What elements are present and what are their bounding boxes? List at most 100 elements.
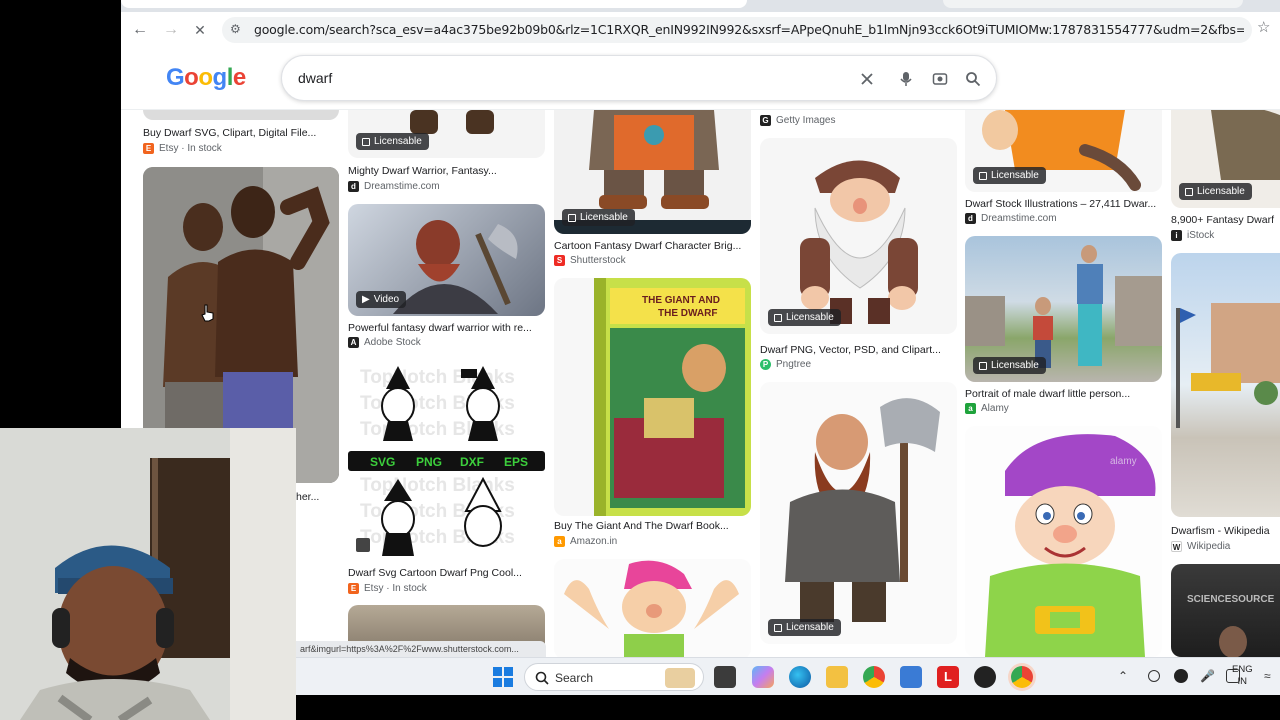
search-query[interactable]: dwarf (298, 70, 332, 86)
result-thumbnail[interactable]: SCIENCESOURCE (1171, 564, 1280, 657)
result-title[interactable]: Dwarf Svg Cartoon Dwarf Png Cool... (348, 567, 545, 579)
address-url[interactable]: google.com/search?sca_esv=a4ac375be92b09… (254, 22, 1244, 37)
media-app-icon[interactable] (974, 666, 996, 688)
result-title[interactable]: Buy The Giant And The Dwarf Book... (554, 520, 751, 532)
image-result-card[interactable]: Licensable (760, 382, 957, 644)
back-icon[interactable]: ← (128, 18, 152, 42)
copilot-icon[interactable] (752, 666, 774, 688)
chrome-active-icon[interactable] (1011, 666, 1033, 688)
result-title[interactable]: 8,900+ Fantasy Dwarf (1171, 214, 1280, 226)
windows-start-icon[interactable] (492, 666, 514, 688)
image-result-card[interactable]: Licensable 8,900+ Fantasy Dwarf i iStock (1171, 110, 1280, 244)
image-result-card[interactable]: Licensable Portrait of male dwarf little… (965, 236, 1162, 416)
result-thumbnail[interactable]: ▶ Video (348, 204, 545, 316)
tray-network-icon[interactable] (1148, 670, 1160, 682)
l-app-icon[interactable]: L (937, 666, 959, 688)
dreamstime-favicon-icon: d (348, 181, 359, 192)
result-thumbnail[interactable]: Licensable (965, 236, 1162, 382)
result-thumbnail[interactable]: TopNotch Blanks TopNotch Blanks TopNotch… (348, 361, 545, 559)
result-title[interactable]: Dwarf Stock Illustrations – 27,411 Dwar.… (965, 198, 1162, 210)
licensable-badge: Licensable (973, 167, 1046, 184)
taskbar-search-box[interactable]: Search (524, 663, 704, 691)
result-title[interactable]: Buy Dwarf SVG, Clipart, Digital File... (143, 127, 339, 139)
search-highlight-icon (665, 668, 695, 688)
app-icon[interactable] (900, 666, 922, 688)
edge-icon[interactable] (789, 666, 811, 688)
active-tab[interactable] (121, 0, 747, 8)
image-result-card[interactable]: G Getty Images (760, 110, 957, 130)
google-logo[interactable]: Google (166, 64, 246, 92)
image-result-card[interactable]: Buy Dwarf SVG, Clipart, Digital File... … (143, 110, 339, 160)
result-title[interactable]: Cartoon Fantasy Dwarf Character Brig... (554, 240, 751, 252)
tray-microphone-icon[interactable]: 🎤 (1200, 669, 1215, 683)
google-header: Google dwarf (121, 48, 1280, 110)
hand-cursor-icon (201, 304, 214, 322)
image-result-card[interactable]: ▶ Video Powerful fantasy dwarf warrior w… (348, 204, 545, 354)
task-view-icon[interactable] (714, 666, 736, 688)
microphone-icon[interactable] (896, 69, 916, 89)
result-source[interactable]: E Etsy · In stock (143, 143, 222, 154)
result-thumbnail[interactable] (1171, 253, 1280, 517)
chrome-icon[interactable] (863, 666, 885, 688)
stop-loading-icon[interactable]: ✕ (188, 18, 212, 42)
result-title[interactable]: Powerful fantasy dwarf warrior with re..… (348, 322, 545, 334)
search-box[interactable]: dwarf (281, 55, 997, 101)
result-source[interactable]: P Pngtree (760, 359, 811, 370)
result-source[interactable]: W Wikipedia (1171, 541, 1230, 552)
result-thumbnail[interactable]: alamy (965, 426, 1162, 657)
result-thumbnail[interactable]: Licensable (1171, 110, 1280, 208)
inactive-tab[interactable] (943, 0, 1243, 8)
tray-chevron-icon[interactable]: ⌃ (1118, 669, 1128, 683)
image-result-card[interactable]: Licensable Dwarf Stock Illustrations – 2… (965, 110, 1162, 224)
result-title[interactable]: Dwarfism - Wikipedia (1171, 525, 1280, 537)
image-result-card[interactable] (554, 559, 751, 657)
lens-camera-icon[interactable] (930, 69, 950, 89)
search-icon[interactable] (963, 69, 983, 89)
taskbar-search-label: Search (555, 671, 594, 685)
result-source[interactable]: E Etsy · In stock (348, 583, 427, 594)
result-thumbnail[interactable] (554, 559, 751, 657)
clear-icon[interactable] (857, 69, 877, 89)
image-result-card[interactable]: Licensable Cartoon Fantasy Dwarf Charact… (554, 110, 751, 270)
result-thumbnail[interactable]: Licensable (760, 382, 957, 644)
result-source[interactable]: a Amazon.in (554, 536, 617, 547)
image-result-card[interactable]: Licensable Mighty Dwarf Warrior, Fantasy… (348, 110, 545, 196)
result-thumbnail[interactable]: Licensable (554, 110, 751, 234)
image-result-card[interactable]: TopNotch Blanks TopNotch Blanks TopNotch… (348, 361, 545, 597)
adobe-favicon-icon: A (348, 337, 359, 348)
result-source[interactable]: i iStock (1171, 230, 1214, 241)
taskbar-search-icon (535, 671, 549, 685)
licensable-badge: Licensable (356, 133, 429, 150)
language-indicator[interactable]: ENG IN (1232, 664, 1253, 688)
result-thumbnail[interactable] (143, 110, 339, 120)
result-source[interactable]: G Getty Images (760, 115, 835, 126)
result-source[interactable]: S Shutterstock (554, 255, 626, 266)
result-source[interactable]: a Alamy (965, 403, 1009, 414)
result-thumbnail[interactable]: Licensable (348, 110, 545, 158)
result-title[interactable]: Portrait of male dwarf little person... (965, 388, 1162, 400)
file-explorer-icon[interactable] (826, 666, 848, 688)
result-title-partial[interactable]: her... (296, 491, 326, 503)
forward-icon[interactable]: → (159, 18, 183, 42)
tray-m-icon[interactable] (1174, 669, 1188, 683)
result-title[interactable]: Dwarf PNG, Vector, PSD, and Clipart... (760, 344, 957, 356)
image-result-card[interactable]: Licensable Dwarf PNG, Vector, PSD, and C… (760, 138, 957, 374)
licensable-badge: Licensable (562, 209, 635, 226)
result-thumbnail[interactable]: Licensable (760, 138, 957, 334)
result-thumbnail[interactable]: THE GIANT AND THE DWARF (554, 278, 751, 516)
result-title[interactable]: Mighty Dwarf Warrior, Fantasy... (348, 165, 545, 177)
site-settings-icon[interactable]: ⚙ (230, 22, 246, 38)
image-result-card[interactable]: THE GIANT AND THE DWARF Buy The Giant An… (554, 278, 751, 550)
result-source[interactable]: d Dreamstime.com (348, 181, 440, 192)
pngtree-favicon-icon: P (760, 359, 771, 370)
result-thumbnail[interactable]: Licensable (965, 110, 1162, 192)
result-source[interactable]: A Adobe Stock (348, 337, 421, 348)
image-result-card[interactable]: Dwarfism - Wikipedia W Wikipedia (1171, 253, 1280, 553)
wifi-icon[interactable]: ≈ (1264, 669, 1271, 683)
image-result-card[interactable]: SCIENCESOURCE (1171, 564, 1280, 657)
result-source[interactable]: d Dreamstime.com (965, 213, 1057, 224)
bookmark-star-icon[interactable]: ☆ (1257, 18, 1270, 36)
address-bar[interactable]: ⚙ google.com/search?sca_esv=a4ac375be92b… (222, 17, 1252, 43)
image-result-card[interactable]: alamy (965, 426, 1162, 657)
getty-favicon-icon: G (760, 115, 771, 126)
